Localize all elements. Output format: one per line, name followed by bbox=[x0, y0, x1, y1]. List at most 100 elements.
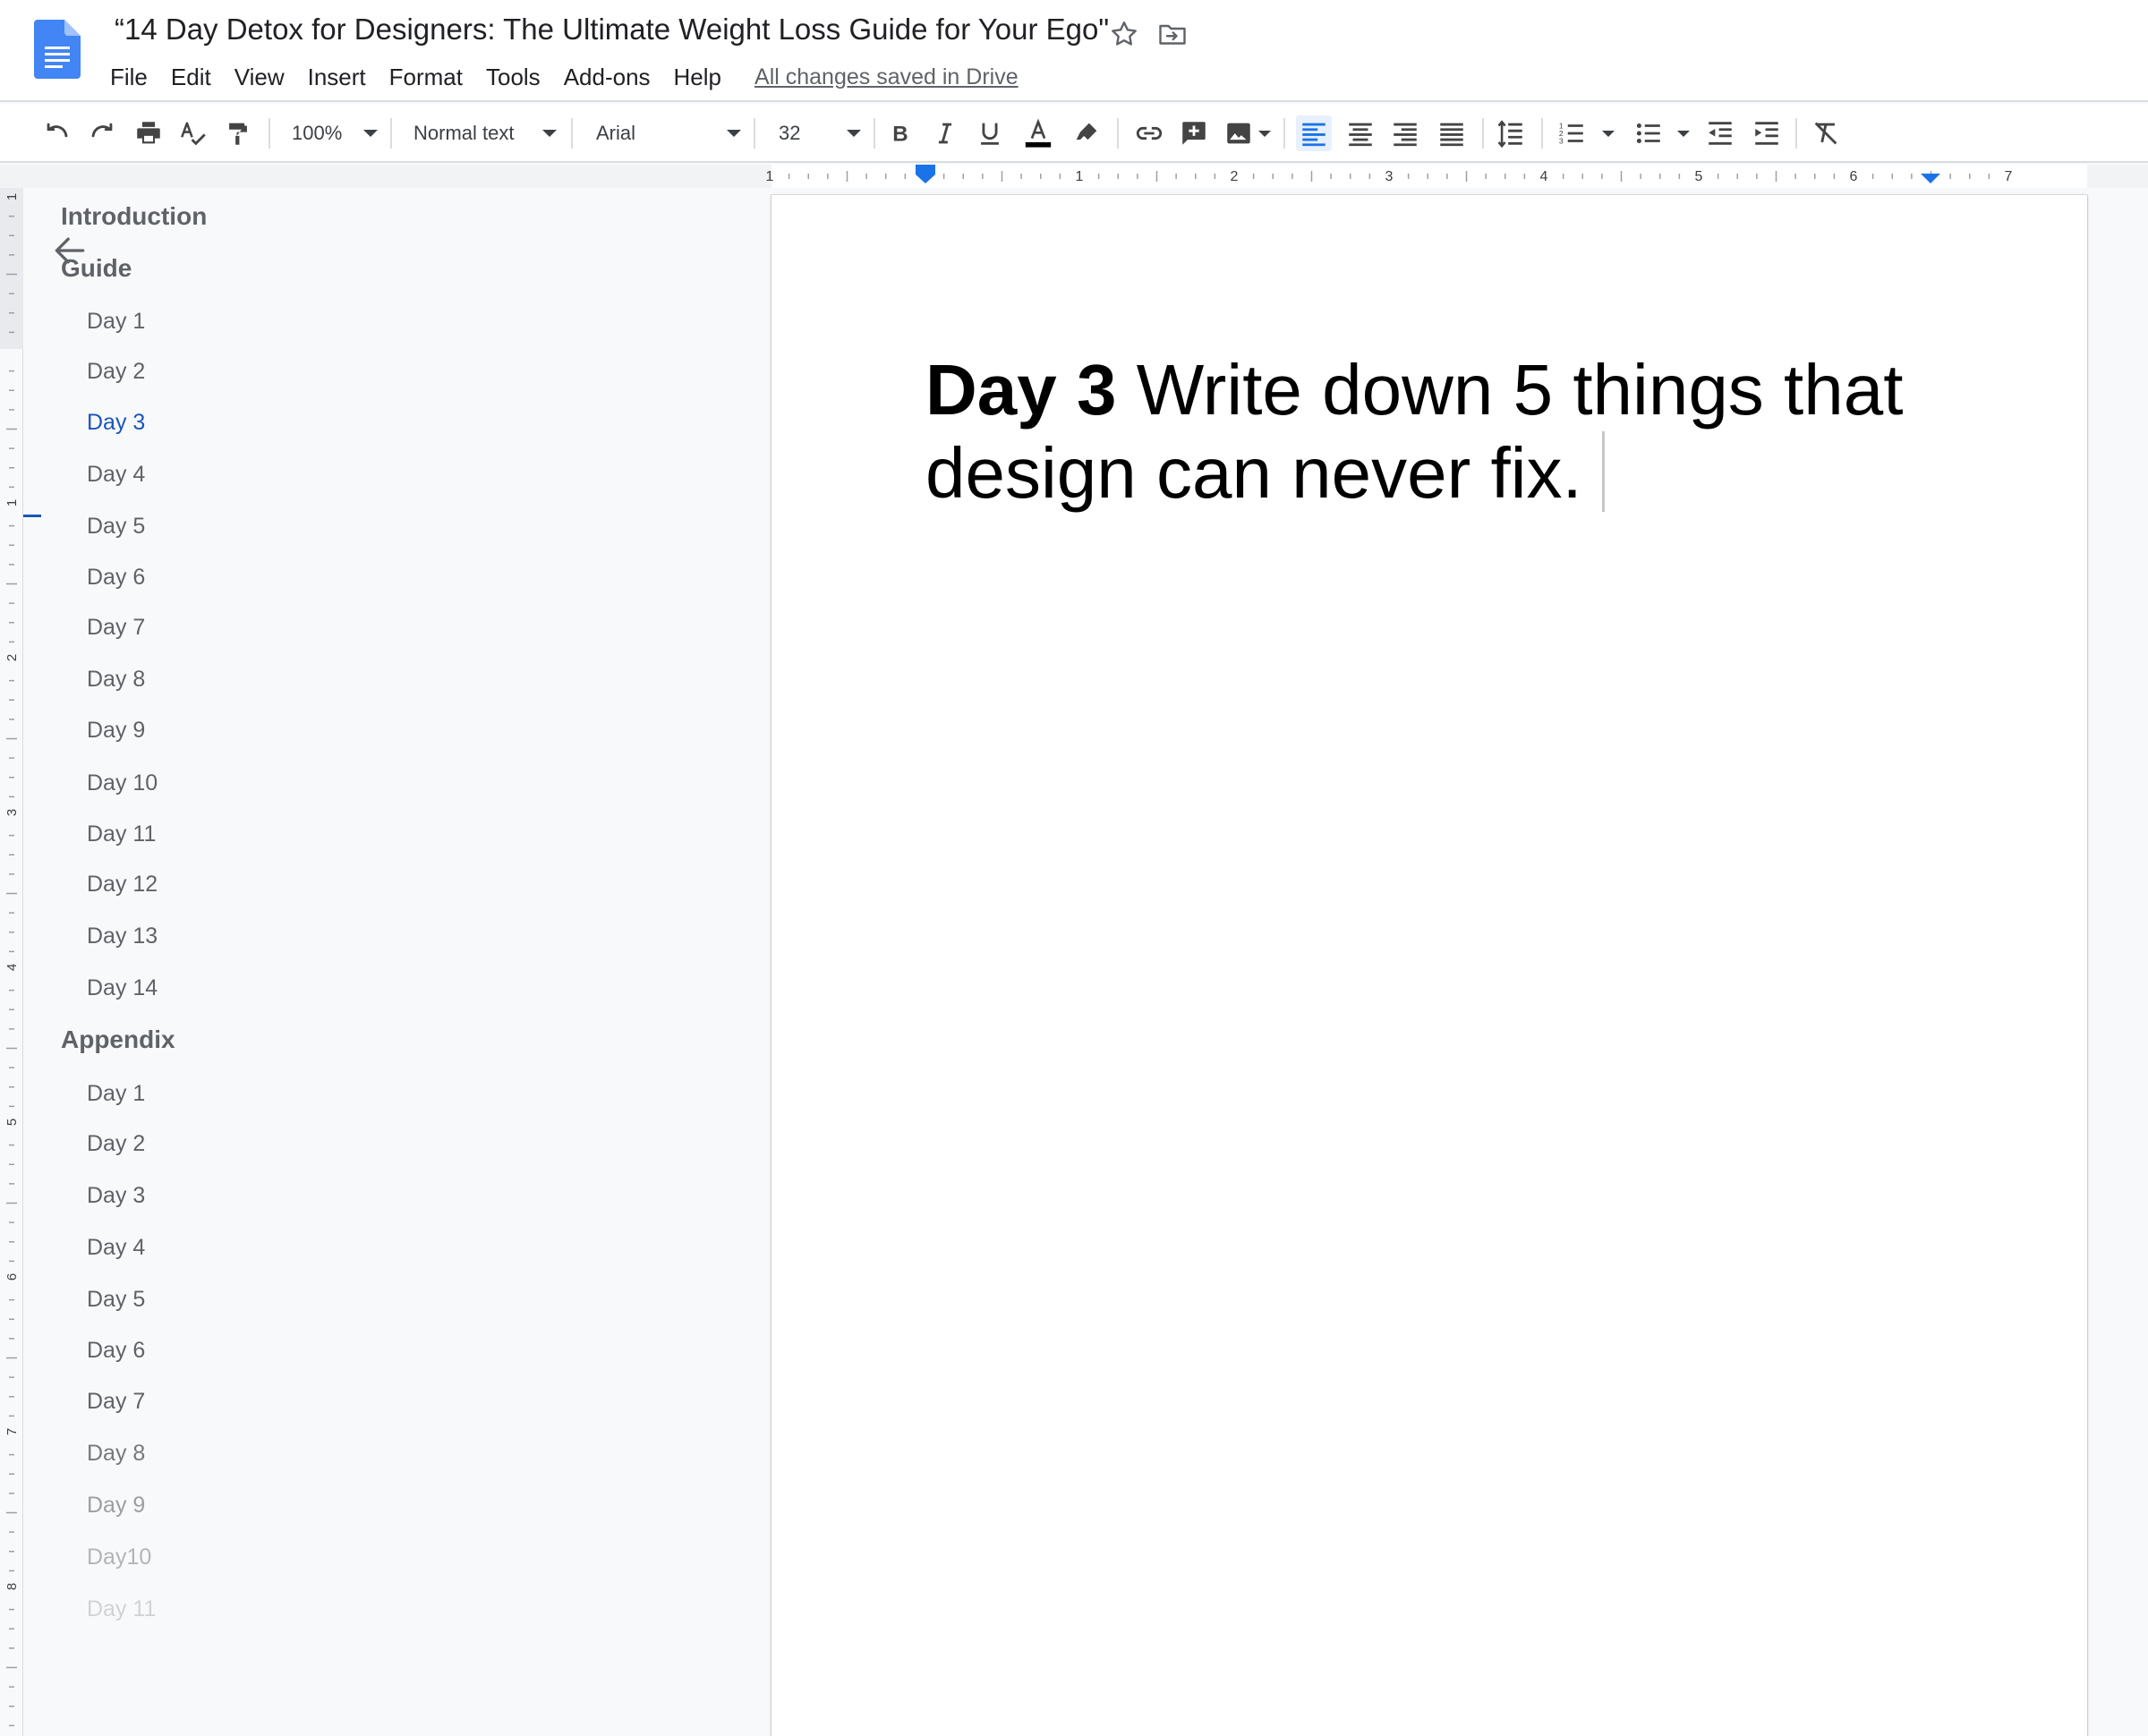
outline-item[interactable]: Day 5 bbox=[87, 514, 145, 540]
numbered-list-icon: 123 bbox=[1559, 121, 1583, 145]
outline-item[interactable]: Day 4 bbox=[87, 1235, 145, 1261]
redo-icon bbox=[91, 123, 113, 138]
numbered-list-button[interactable]: 123 bbox=[1554, 115, 1590, 151]
outline-item[interactable]: Day 11 bbox=[87, 1596, 156, 1622]
bulleted-list-button[interactable] bbox=[1631, 115, 1666, 151]
chevron-down-icon[interactable] bbox=[1602, 131, 1615, 137]
chevron-down-icon[interactable] bbox=[1258, 131, 1271, 137]
outline-heading[interactable]: Guide bbox=[61, 254, 132, 283]
outline-item[interactable]: Day 2 bbox=[87, 1131, 145, 1157]
ruler-label: 3 bbox=[4, 809, 20, 816]
menu-view[interactable]: View bbox=[223, 62, 296, 93]
text-color-button[interactable] bbox=[1020, 115, 1056, 151]
chevron-down-icon bbox=[542, 130, 557, 137]
menu-format[interactable]: Format bbox=[378, 62, 474, 93]
menu-edit[interactable]: Edit bbox=[159, 62, 223, 93]
document-page[interactable]: Day 3 Write down 5 things that design ca… bbox=[771, 195, 2087, 1736]
ruler-label: 1 bbox=[4, 193, 20, 200]
insert-link-button[interactable] bbox=[1131, 115, 1167, 151]
outline-item[interactable]: Day 6 bbox=[87, 1338, 145, 1364]
vertical-ruler[interactable]: 1 1 2 3 4 5 6 7 8 bbox=[0, 188, 23, 1736]
document-heading[interactable]: Day 3 Write down 5 things that design ca… bbox=[925, 349, 1928, 515]
horizontal-ruler[interactable]: 1 1 2 3 4 5 6 7 bbox=[0, 165, 2148, 188]
italic-icon bbox=[938, 123, 952, 144]
font-size-select[interactable]: 32 bbox=[779, 115, 861, 151]
toolbar-divider bbox=[1117, 118, 1119, 149]
outline-heading[interactable]: Introduction bbox=[61, 202, 207, 231]
save-status-link[interactable]: All changes saved in Drive bbox=[754, 64, 1019, 90]
document-outline: Introduction Guide Day 1 Day 2 Day 3 Day 4 Day… bbox=[23, 188, 770, 1736]
outline-item[interactable]: Day 4 bbox=[87, 462, 145, 488]
align-right-button[interactable] bbox=[1387, 115, 1423, 151]
outline-item[interactable]: Day 2 bbox=[87, 359, 145, 385]
spellcheck-button[interactable] bbox=[175, 115, 211, 151]
menu-insert[interactable]: Insert bbox=[296, 62, 378, 93]
bulleted-list-icon bbox=[1636, 123, 1660, 144]
ruler-label: 6 bbox=[4, 1273, 20, 1281]
outline-item[interactable]: Day 13 bbox=[87, 923, 158, 949]
paragraph-style-select[interactable]: Normal text bbox=[413, 115, 557, 151]
redo-button[interactable] bbox=[84, 115, 120, 151]
toolbar-divider bbox=[390, 118, 392, 149]
toolbar-divider bbox=[1482, 118, 1484, 149]
first-line-indent-marker[interactable] bbox=[916, 165, 935, 169]
outline-item[interactable]: Day10 bbox=[87, 1545, 151, 1570]
undo-button[interactable] bbox=[39, 115, 75, 151]
zoom-value: 100% bbox=[292, 122, 343, 144]
clear-formatting-button[interactable] bbox=[1808, 115, 1844, 151]
align-left-button[interactable] bbox=[1296, 115, 1332, 151]
ruler-label: 2 bbox=[4, 654, 20, 661]
outline-item[interactable]: Day 8 bbox=[87, 667, 145, 693]
outline-item[interactable]: Day 7 bbox=[87, 615, 145, 641]
chevron-down-icon bbox=[847, 130, 861, 137]
menu-help[interactable]: Help bbox=[662, 62, 733, 93]
print-button[interactable] bbox=[131, 115, 166, 151]
align-center-button[interactable] bbox=[1342, 115, 1378, 151]
google-docs-logo-icon[interactable] bbox=[34, 20, 81, 79]
outline-item[interactable]: Day 7 bbox=[87, 1389, 145, 1415]
outline-item[interactable]: Day 8 bbox=[87, 1441, 145, 1467]
justify-button[interactable] bbox=[1434, 115, 1470, 151]
move-to-folder-icon[interactable] bbox=[1156, 18, 1189, 50]
insert-image-button[interactable] bbox=[1221, 115, 1257, 151]
line-spacing-button[interactable] bbox=[1493, 115, 1529, 151]
highlight-color-button[interactable] bbox=[1069, 115, 1104, 151]
menu-add-ons[interactable]: Add-ons bbox=[552, 62, 662, 93]
outline-item[interactable]: Day 3 bbox=[87, 410, 145, 436]
decrease-indent-button[interactable] bbox=[1702, 115, 1738, 151]
outline-heading[interactable]: Appendix bbox=[61, 1025, 175, 1054]
chevron-down-icon[interactable] bbox=[1677, 131, 1690, 137]
italic-button[interactable] bbox=[927, 115, 963, 151]
toolbar-divider bbox=[1283, 118, 1285, 149]
outline-item[interactable]: Day 9 bbox=[87, 1493, 145, 1519]
outline-item[interactable]: Day 9 bbox=[87, 718, 145, 744]
underline-button[interactable] bbox=[972, 115, 1008, 151]
outline-item[interactable]: Day 5 bbox=[87, 1287, 145, 1313]
outline-item[interactable]: Day 1 bbox=[87, 309, 145, 335]
text-color-swatch bbox=[1025, 141, 1052, 148]
paint-format-button[interactable] bbox=[220, 115, 256, 151]
menu-file[interactable]: File bbox=[98, 62, 159, 93]
ruler-label: 1 bbox=[4, 499, 20, 506]
ruler-label: 2 bbox=[1231, 169, 1239, 184]
justify-icon bbox=[1440, 123, 1463, 147]
toolbar-divider bbox=[268, 118, 270, 149]
outline-item[interactable]: Day 3 bbox=[87, 1183, 145, 1209]
menu-tools[interactable]: Tools bbox=[474, 62, 552, 93]
increase-indent-button[interactable] bbox=[1749, 115, 1785, 151]
font-family-select[interactable]: Arial bbox=[596, 115, 741, 151]
formatting-toolbar: 100% Normal text Arial 32 B 1 2 3 bbox=[0, 104, 2148, 163]
insert-comment-button[interactable] bbox=[1176, 115, 1212, 151]
outline-item[interactable]: Day 10 bbox=[87, 770, 158, 796]
zoom-select[interactable]: 100% bbox=[292, 115, 378, 151]
outline-item[interactable]: Day 1 bbox=[87, 1081, 145, 1107]
vertical-ruler-ticks: 1 1 2 3 4 5 6 7 8 bbox=[0, 188, 23, 1727]
outline-item[interactable]: Day 14 bbox=[87, 975, 158, 1001]
toolbar-divider bbox=[571, 118, 573, 149]
outline-item[interactable]: Day 12 bbox=[87, 872, 158, 898]
outline-item[interactable]: Day 6 bbox=[87, 565, 145, 591]
document-title[interactable]: “14 Day Detox for Designers: The Ultimat… bbox=[115, 13, 1109, 47]
bold-button[interactable]: B bbox=[882, 115, 918, 151]
outline-item[interactable]: Day 11 bbox=[87, 821, 156, 847]
star-icon[interactable] bbox=[1108, 18, 1140, 50]
